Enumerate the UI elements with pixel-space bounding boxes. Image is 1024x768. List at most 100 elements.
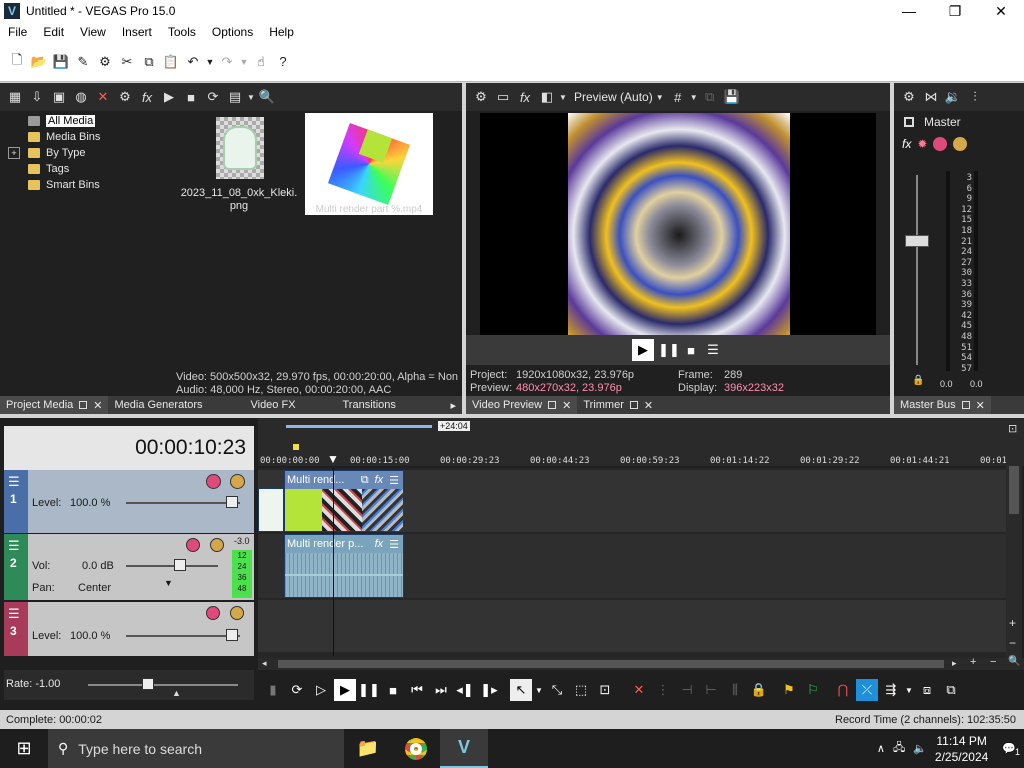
insert-marker-icon[interactable]: ⚑ [778,679,800,701]
timeline-play-button[interactable]: ▶ [334,679,356,701]
previous-frame-icon[interactable]: ◂❚ [454,679,476,701]
media-fx-icon[interactable]: fx [136,86,158,108]
split-icon[interactable]: ⫼ [724,679,746,701]
zoom-edit-tool-icon[interactable]: ⊡ [594,679,616,701]
master-select-icon[interactable] [904,117,914,127]
trim-start-icon[interactable]: ⊣ [676,679,698,701]
tree-item-media-bins[interactable]: Media Bins [8,129,168,145]
undock-icon[interactable] [961,401,970,409]
auto-preview-icon[interactable]: ⟳ [202,86,224,108]
pause-button[interactable]: ❚❚ [658,339,680,361]
close-tab-icon[interactable]: ✕ [976,399,985,412]
remove-media-icon[interactable]: ✕ [92,86,114,108]
tab-video-fx[interactable]: Video FX [244,396,336,414]
save-icon[interactable]: 💾 [50,51,72,73]
media-file-item[interactable]: 2023_11_08_0xk_Kleki.png [178,117,300,227]
close-button[interactable]: ✕ [978,3,1024,20]
split-screen-icon[interactable]: ◧ [536,86,558,108]
track-menu-icon[interactable]: ☰ [8,538,20,554]
expand-icon[interactable]: + [8,147,20,159]
track-mute-icon[interactable] [206,606,220,620]
overlays-grid-icon[interactable]: # [667,86,689,108]
track-menu-icon[interactable]: ☰ [8,474,20,490]
timeline-pause-button[interactable]: ❚❚ [358,679,380,701]
help-pointer-icon[interactable]: ☝ [250,51,272,73]
master-lock-icon[interactable]: 🔒 [912,375,924,386]
network-icon[interactable]: 🖧 [893,739,905,758]
clip-fx-icon[interactable]: fx [375,538,384,550]
windows-start-icon[interactable]: ⊞ [0,738,48,759]
master-automation-icon[interactable]: ✹ [917,137,927,151]
redo-dropdown-icon[interactable]: ▼ [238,51,250,73]
notification-icon[interactable]: 💬 1 [1002,742,1020,757]
playhead-cursor[interactable] [333,468,334,656]
tab-video-preview[interactable]: Video Preview ✕ [466,396,578,414]
menu-insert[interactable]: Insert [114,25,160,39]
paste-icon[interactable]: 📋 [160,51,182,73]
minimize-button[interactable]: — [886,3,932,20]
track-vol-slider-handle[interactable] [174,559,186,571]
track-pan-handle[interactable]: ▼ [164,578,173,588]
settings-gear-icon[interactable]: ⚙ [94,51,116,73]
save-snapshot-icon[interactable]: 💾 [721,86,743,108]
tab-trimmer[interactable]: Trimmer ✕ [577,396,659,414]
tab-transitions[interactable]: Transitions [336,396,408,414]
menu-view[interactable]: View [72,25,114,39]
clock[interactable]: 11:14 PM 2/25/2024 [935,733,988,765]
menu-tools[interactable]: Tools [160,25,204,39]
get-media-web-icon[interactable]: ◍ [70,86,92,108]
maximize-button[interactable]: ❐ [932,3,978,20]
close-tab-icon[interactable]: ✕ [562,399,571,412]
zoom-in-vertical-icon[interactable]: + [1009,616,1016,630]
auto-ripple-icon[interactable]: ⇶ [880,679,902,701]
rate-slider-handle[interactable] [142,678,154,690]
vertical-scrollbar[interactable]: + − [1006,456,1022,658]
master-fader-handle[interactable] [905,235,929,247]
stop-preview-icon[interactable]: ■ [180,86,202,108]
loop-region-bar[interactable] [286,425,432,428]
chrome-icon[interactable] [392,737,440,760]
play-preview-icon[interactable]: ▶ [158,86,180,108]
tab-project-media[interactable]: Project Media ✕ [0,396,109,414]
envelope-tool-icon[interactable]: ⤡ [546,679,568,701]
ripple-dropdown-icon[interactable]: ▼ [904,679,914,701]
preview-quality-select[interactable]: Preview (Auto) [574,90,653,104]
selection-tool-icon[interactable]: ⬚ [570,679,592,701]
track-mute-icon[interactable] [186,538,200,552]
views-dropdown-icon[interactable]: ▤ [224,86,246,108]
pan-crop-icon[interactable]: ⧉ [361,474,369,487]
clip-menu-icon[interactable]: ☰ [389,538,399,551]
master-solo-icon[interactable] [953,137,968,151]
media-properties-icon[interactable]: ⚙ [114,86,136,108]
record-icon[interactable]: ▮ [262,679,284,701]
tab-media-generators[interactable]: Media Generators [108,396,244,414]
menu-edit[interactable]: Edit [35,25,72,39]
taskbar-search[interactable]: ⚲ Type here to search [48,729,344,768]
edit-tool-dropdown-icon[interactable]: ▼ [534,679,544,701]
import-media-icon[interactable]: ⇩ [26,86,48,108]
close-tab-icon[interactable]: ✕ [644,399,653,412]
delete-icon[interactable]: ✕ [628,679,650,701]
timeline-stop-button[interactable]: ■ [382,679,404,701]
copy-snapshot-icon[interactable]: ⧉ [699,86,721,108]
master-fx-icon[interactable]: fx [902,137,911,151]
track-level-slider-handle[interactable] [226,629,238,641]
playhead-marker-icon[interactable]: ▼ [327,452,339,466]
tray-chevron-icon[interactable]: ∧ [877,742,885,755]
menu-options[interactable]: Options [204,25,261,39]
track-3-header[interactable]: ☰ 3 Level: 100.0 % [4,602,254,656]
dim-output-icon[interactable]: 🔉 [942,86,964,108]
tree-item-tags[interactable]: Tags [8,161,168,177]
open-folder-icon[interactable]: 📂 [28,51,50,73]
next-frame-icon[interactable]: ❚▸ [478,679,500,701]
new-file-icon[interactable]: 🗋 [6,51,28,73]
video-clip[interactable]: Multi rend... ⧉ fx ☰ [284,470,404,532]
trim-end-icon[interactable]: ⊢ [700,679,722,701]
zoom-out-vertical-icon[interactable]: − [1009,636,1016,650]
file-explorer-icon[interactable]: 📁 [344,738,392,759]
zoom-out-horizontal-icon[interactable]: − [990,656,996,668]
stop-button[interactable]: ■ [680,339,702,361]
media-file-item-selected[interactable]: Multi render part %.mp4 [305,113,433,215]
quality-dropdown-icon[interactable]: ▼ [653,86,667,108]
undo-dropdown-icon[interactable]: ▼ [204,51,216,73]
